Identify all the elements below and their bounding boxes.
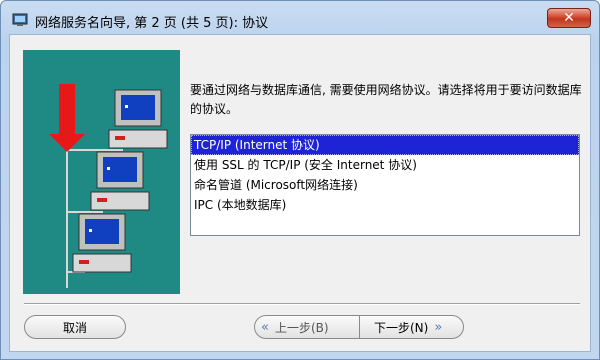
next-button[interactable]: 下一步(N) » (359, 316, 463, 338)
computer-icon (108, 89, 168, 149)
list-item[interactable]: IPC (本地数据库) (191, 195, 579, 215)
app-icon (12, 13, 28, 26)
chevron-right-icon: » (434, 319, 443, 335)
wizard-body: 要通过网络与数据库通信, 需要使用网络协议。请选择将用于要访问数据库的协议。 T… (9, 34, 591, 352)
title-bar[interactable]: 网络服务名向导, 第 2 页 (共 5 页): 协议 ✕ (1, 1, 599, 35)
protocol-listbox[interactable]: TCP/IP (Internet 协议) 使用 SSL 的 TCP/IP (安全… (190, 134, 580, 236)
divider (24, 303, 580, 305)
chevron-left-icon: « (261, 319, 269, 335)
cancel-label: 取消 (62, 320, 87, 335)
close-button[interactable]: ✕ (547, 8, 591, 28)
list-item[interactable]: 使用 SSL 的 TCP/IP (安全 Internet 协议) (191, 155, 579, 175)
back-button[interactable]: « 上一步(B) (255, 316, 359, 338)
cancel-button[interactable]: 取消 (24, 315, 126, 339)
back-label: 上一步(B) (274, 320, 329, 335)
list-item[interactable]: TCP/IP (Internet 协议) (191, 135, 579, 155)
window-title: 网络服务名向导, 第 2 页 (共 5 页): 协议 (35, 16, 269, 31)
protocol-prompt: 要通过网络与数据库通信, 需要使用网络协议。请选择将用于要访问数据库的协议。 (190, 83, 582, 116)
navigation-buttons: « 上一步(B) 下一步(N) » (254, 315, 464, 339)
close-icon: ✕ (563, 10, 575, 26)
next-label: 下一步(N) (374, 320, 429, 335)
computer-icon (72, 213, 132, 273)
computer-icon (90, 151, 150, 211)
list-item[interactable]: 命名管道 (Microsoft网络连接) (191, 175, 579, 195)
network-illustration (23, 50, 180, 294)
wizard-window: 网络服务名向导, 第 2 页 (共 5 页): 协议 ✕ 要通过网络与数据库通信… (0, 0, 600, 360)
